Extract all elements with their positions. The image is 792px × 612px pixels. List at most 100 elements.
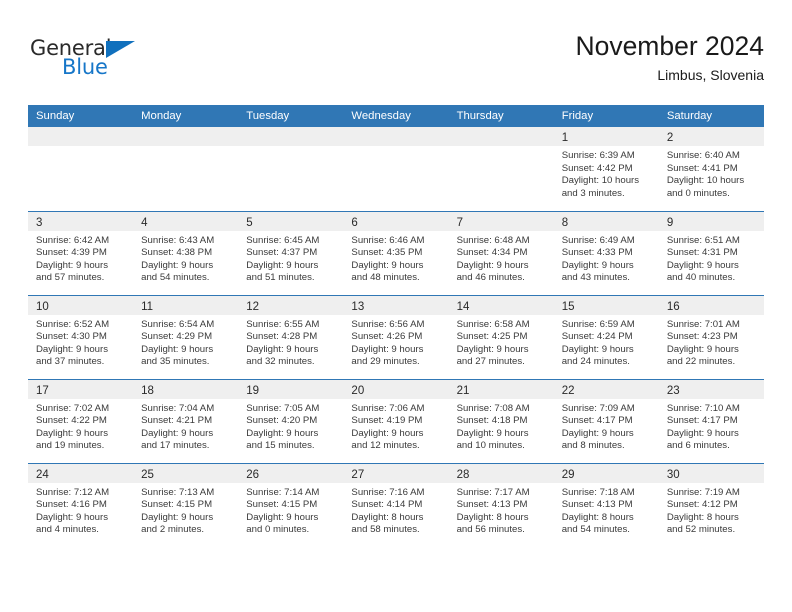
- daylight-text: Daylight: 9 hours: [36, 343, 108, 355]
- weekday-header-tuesday: Tuesday: [238, 105, 344, 127]
- sunrise-text: Sunrise: 6:40 AM: [666, 150, 740, 161]
- calendar-cell-inner: 8 Sunrise: 6:49 AM Sunset: 4:33 PM Daylight…: [553, 211, 659, 295]
- daylight-text-cont: and 24 minutes.: [561, 356, 630, 368]
- calendar-day-cell[interactable]: 9 Sunrise: 6:51 AM Sunset: 4:31 PM Daylight…: [658, 210, 764, 295]
- sunset-text: Sunset: 4:26 PM: [351, 331, 423, 343]
- calendar-day-cell[interactable]: 1 Sunrise: 6:39 AM Sunset: 4:42 PM Daylight…: [553, 127, 659, 211]
- calendar-day-cell[interactable]: 8 Sunrise: 6:49 AM Sunset: 4:33 PM Daylight…: [553, 210, 659, 295]
- day-number-band: 15: [553, 295, 659, 315]
- calendar-day-cell[interactable]: 24 Sunrise: 7:12 AM Sunset: 4:16 PM Dayligh…: [28, 462, 134, 547]
- calendar-day-cell[interactable]: 20 Sunrise: 7:06 AM Sunset: 4:19 PM Dayligh…: [343, 378, 449, 463]
- daylight-text-cont: and 2 minutes.: [141, 524, 205, 536]
- calendar-day-cell[interactable]: 23 Sunrise: 7:10 AM Sunset: 4:17 PM Dayligh…: [658, 378, 764, 463]
- calendar-day-cell[interactable]: 17 Sunrise: 7:02 AM Sunset: 4:22 PM Dayligh…: [28, 378, 134, 463]
- day-number: 22: [561, 384, 575, 397]
- daylight-text: Daylight: 9 hours: [666, 259, 739, 271]
- calendar-page: General Blue November 2024 Limbus, Slove…: [0, 0, 792, 612]
- calendar-day-cell[interactable]: 19 Sunrise: 7:05 AM Sunset: 4:20 PM Dayligh…: [238, 378, 344, 463]
- sunrise-text: Sunrise: 6:54 AM: [141, 318, 215, 330]
- day-number-band: 7: [448, 211, 554, 231]
- calendar-day-cell[interactable]: 15 Sunrise: 6:59 AM Sunset: 4:24 PM Dayligh…: [553, 294, 659, 379]
- calendar-day-cell[interactable]: 2 Sunrise: 6:40 AM Sunset: 4:41 PM Daylight…: [658, 127, 764, 211]
- sunset-text: Sunset: 4:20 PM: [246, 415, 318, 427]
- day-number: 30: [666, 468, 680, 481]
- day-number-band: 19: [238, 379, 344, 399]
- calendar-day-cell[interactable]: 13 Sunrise: 6:56 AM Sunset: 4:26 PM Dayligh…: [343, 294, 449, 379]
- day-number: 1: [561, 132, 569, 144]
- calendar-day-cell[interactable]: 27 Sunrise: 7:16 AM Sunset: 4:14 PM Dayligh…: [343, 462, 449, 548]
- sunset-text: Sunset: 4:17 PM: [561, 415, 633, 427]
- sunrise-text: Sunrise: 7:13 AM: [141, 486, 215, 498]
- day-number: 7: [456, 216, 463, 229]
- day-details: Sunrise: 6:39 AM Sunset: 4:42 PM Daylight:…: [554, 146, 659, 200]
- calendar-day-cell[interactable]: 14 Sunrise: 6:58 AM Sunset: 4:25 PM Dayligh…: [448, 294, 554, 379]
- sunset-text: Sunset: 4:29 PM: [141, 331, 213, 343]
- day-number: 5: [246, 216, 253, 229]
- sunset-text: Sunset: 4:31 PM: [666, 247, 738, 259]
- calendar-day-cell[interactable]: 25 Sunrise: 7:13 AM Sunset: 4:15 PM Dayligh…: [133, 462, 239, 547]
- calendar-cell-inner: 27 Sunrise: 7:16 AM Sunset: 4:14 PM Dayligh…: [343, 463, 449, 548]
- calendar-day-cell[interactable]: 7 Sunrise: 6:48 AM Sunset: 4:34 PM Daylight…: [448, 210, 554, 295]
- sunrise-text: Sunrise: 6:56 AM: [351, 318, 425, 330]
- daylight-text: Daylight: 9 hours: [36, 427, 108, 439]
- calendar-body: 1 Sunrise: 6:39 AM Sunset: 4:42 PM Daylight…: [28, 127, 764, 547]
- calendar-day-cell[interactable]: 26 Sunrise: 7:14 AM Sunset: 4:15 PM Dayligh…: [238, 462, 344, 547]
- calendar-cell-inner: 1 Sunrise: 6:39 AM Sunset: 4:42 PM Daylight…: [553, 127, 659, 211]
- sunset-text: Sunset: 4:18 PM: [456, 415, 528, 427]
- calendar-day-cell[interactable]: 29 Sunrise: 7:18 AM Sunset: 4:13 PM Dayligh…: [553, 462, 659, 547]
- day-number: 16: [666, 300, 680, 313]
- calendar-day-cell[interactable]: 30 Sunrise: 7:19 AM Sunset: 4:12 PM Dayligh…: [658, 462, 764, 547]
- day-number-band: 13: [343, 295, 449, 315]
- day-details: Sunrise: 6:49 AM Sunset: 4:33 PM Daylight:…: [554, 231, 659, 285]
- daylight-text: Daylight: 9 hours: [351, 343, 424, 355]
- calendar-cell-inner: [343, 127, 449, 211]
- calendar-cell-inner: [448, 127, 554, 211]
- daylight-text: Daylight: 9 hours: [456, 259, 529, 271]
- calendar-cell-empty: [238, 127, 344, 211]
- calendar-day-cell[interactable]: 21 Sunrise: 7:08 AM Sunset: 4:18 PM Dayligh…: [448, 378, 554, 463]
- day-number: 8: [561, 216, 569, 229]
- day-details: Sunrise: 6:58 AM Sunset: 4:25 PM Daylight:…: [449, 315, 554, 369]
- calendar-day-cell[interactable]: 22 Sunrise: 7:09 AM Sunset: 4:17 PM Dayligh…: [553, 378, 659, 463]
- calendar-day-cell[interactable]: 5 Sunrise: 6:45 AM Sunset: 4:37 PM Daylight…: [238, 210, 344, 295]
- triangle-flag-icon: [106, 41, 135, 58]
- day-number: 12: [246, 300, 260, 313]
- calendar-day-cell[interactable]: 28 Sunrise: 7:17 AM Sunset: 4:13 PM Dayligh…: [448, 462, 554, 547]
- sunrise-text: Sunrise: 7:05 AM: [246, 402, 320, 414]
- calendar-cell-inner: [28, 127, 134, 211]
- calendar-day-cell[interactable]: 12 Sunrise: 6:55 AM Sunset: 4:28 PM Dayligh…: [238, 294, 344, 379]
- weekday-header-thursday: Thursday: [448, 105, 554, 127]
- calendar-cell-inner: 9 Sunrise: 6:51 AM Sunset: 4:31 PM Daylight…: [658, 211, 764, 295]
- page-header: General Blue November 2024 Limbus, Slove…: [28, 30, 764, 92]
- daylight-text: Daylight: 8 hours: [351, 511, 424, 523]
- calendar-cell-inner: 23 Sunrise: 7:10 AM Sunset: 4:17 PM Dayligh…: [658, 379, 764, 463]
- calendar-day-cell[interactable]: 18 Sunrise: 7:04 AM Sunset: 4:21 PM Dayligh…: [133, 378, 239, 463]
- daylight-text: Daylight: 9 hours: [561, 343, 634, 355]
- daylight-text: Daylight: 9 hours: [141, 343, 214, 355]
- sunset-text: Sunset: 4:21 PM: [141, 415, 213, 427]
- day-number: 18: [141, 384, 154, 397]
- day-number-band: 14: [448, 295, 554, 315]
- calendar-day-cell[interactable]: 10 Sunrise: 6:52 AM Sunset: 4:30 PM Dayligh…: [28, 294, 134, 379]
- calendar-day-cell[interactable]: 6 Sunrise: 6:46 AM Sunset: 4:35 PM Daylight…: [343, 210, 449, 295]
- day-details: Sunrise: 7:05 AM Sunset: 4:20 PM Daylight:…: [238, 399, 343, 453]
- day-number-band: 16: [658, 295, 764, 315]
- weekday-header-saturday: Saturday: [658, 105, 764, 127]
- calendar-cell-inner: 3 Sunrise: 6:42 AM Sunset: 4:39 PM Daylight…: [28, 211, 134, 295]
- calendar-day-cell[interactable]: 3 Sunrise: 6:42 AM Sunset: 4:39 PM Daylight…: [28, 210, 134, 295]
- general-blue-logo[interactable]: General Blue: [30, 36, 170, 88]
- calendar-cell-inner: 19 Sunrise: 7:05 AM Sunset: 4:20 PM Dayligh…: [238, 379, 344, 463]
- sunrise-text: Sunrise: 6:49 AM: [561, 234, 635, 246]
- day-number-band: 4: [133, 211, 239, 231]
- calendar-day-cell[interactable]: 16 Sunrise: 7:01 AM Sunset: 4:23 PM Dayligh…: [658, 294, 764, 379]
- daylight-text: Daylight: 8 hours: [666, 511, 739, 523]
- day-details: Sunrise: 6:55 AM Sunset: 4:28 PM Daylight:…: [238, 315, 343, 369]
- sunset-text: Sunset: 4:24 PM: [561, 331, 633, 343]
- day-number-band: 6: [343, 211, 449, 231]
- calendar-cell-inner: 14 Sunrise: 6:58 AM Sunset: 4:25 PM Dayligh…: [448, 295, 554, 379]
- calendar-day-cell[interactable]: 11 Sunrise: 6:54 AM Sunset: 4:29 PM Dayligh…: [133, 294, 239, 379]
- day-number: 28: [456, 468, 470, 481]
- calendar-day-cell[interactable]: 4 Sunrise: 6:43 AM Sunset: 4:38 PM Daylight…: [133, 210, 239, 295]
- day-number-band: 21: [448, 379, 554, 399]
- calendar-week-row: 1 Sunrise: 6:39 AM Sunset: 4:42 PM Daylight…: [28, 127, 764, 211]
